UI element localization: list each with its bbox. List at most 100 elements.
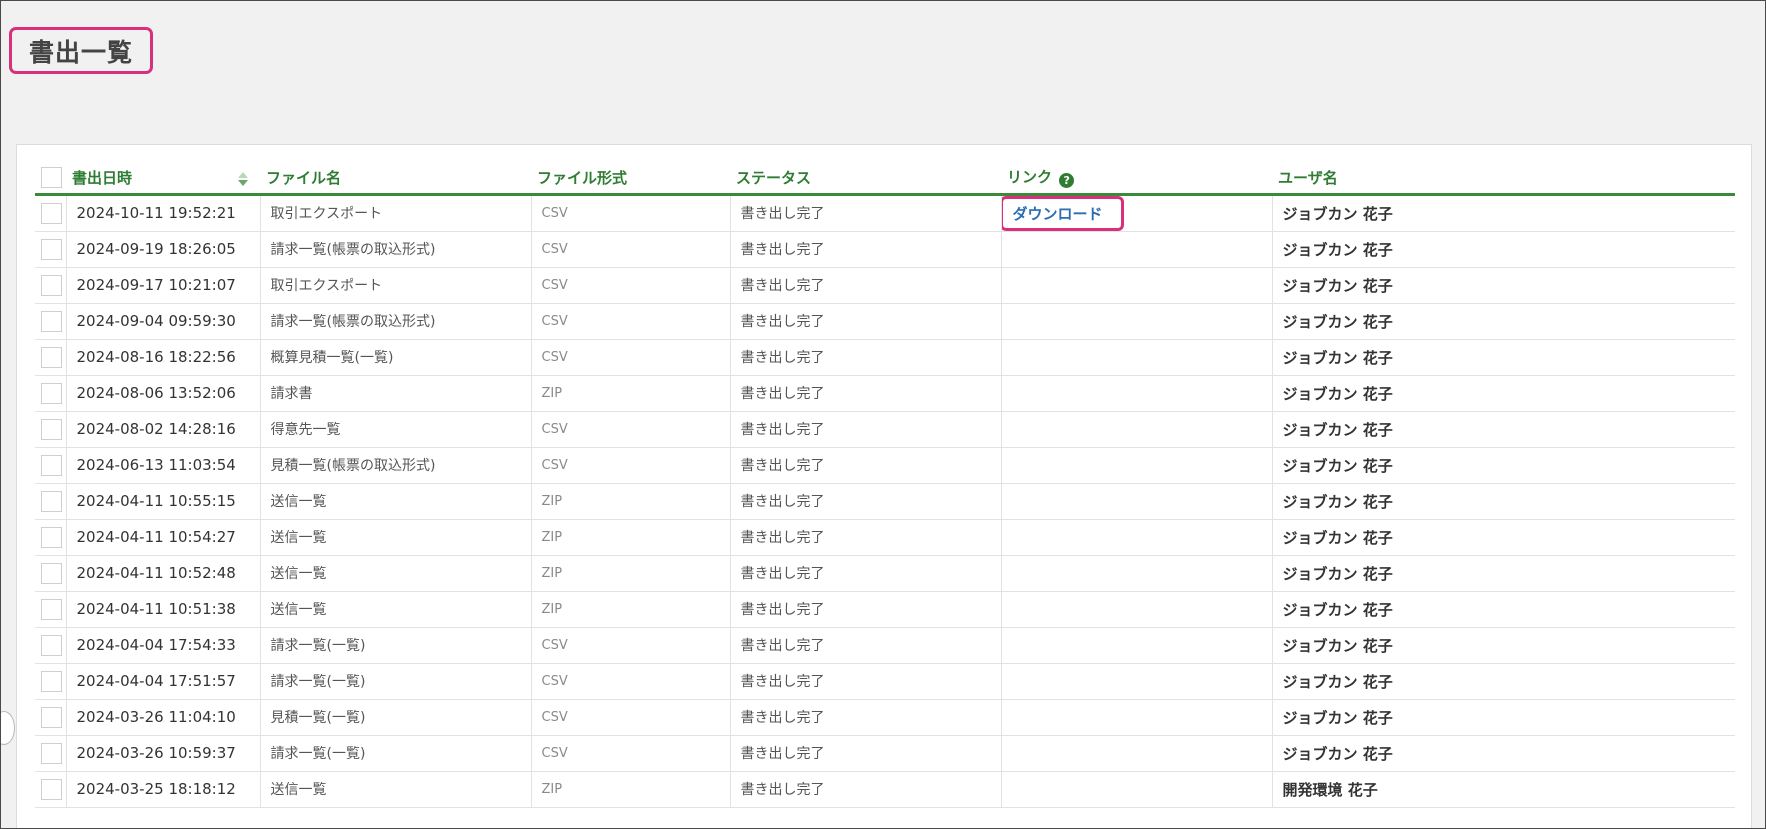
cell-status: 書き出し完了 xyxy=(730,519,1002,556)
cell-file-name: 請求一覧(一覧) xyxy=(260,735,532,772)
column-header-user: ユーザ名 xyxy=(1272,162,1735,196)
row-checkbox[interactable] xyxy=(41,454,62,476)
table-row: 2024-08-02 14:28:16 得意先一覧 CSV 書き出し完了 ジョブカン 花… xyxy=(35,411,1735,448)
cell-user: ジョブカン 花子 xyxy=(1272,663,1735,700)
table-row: 2024-06-13 11:03:54 見積一覧(帳票の取込形式) CSV 書き出し完… xyxy=(35,447,1735,484)
select-all-checkbox[interactable] xyxy=(41,166,62,188)
cell-file-name: 請求一覧(帳票の取込形式) xyxy=(260,303,532,340)
cell-file-type: ZIP xyxy=(531,591,731,628)
question-circle-icon[interactable]: ? xyxy=(1059,173,1075,189)
cell-user: ジョブカン 花子 xyxy=(1272,267,1735,304)
row-select-cell xyxy=(35,555,67,592)
row-select-cell xyxy=(35,699,67,736)
column-header-date[interactable]: 書出日時 xyxy=(66,162,260,196)
download-link[interactable]: ダウンロード xyxy=(1013,205,1103,223)
sort-desc-icon[interactable] xyxy=(238,170,248,188)
row-select-cell xyxy=(35,771,67,808)
cell-file-type: ZIP xyxy=(531,771,731,808)
cell-status: 書き出し完了 xyxy=(730,699,1002,736)
cell-user: ジョブカン 花子 xyxy=(1272,339,1735,376)
cell-date: 2024-09-17 10:21:07 xyxy=(66,267,261,304)
cell-link xyxy=(1001,231,1273,268)
row-checkbox[interactable] xyxy=(41,202,62,224)
cell-file-type: CSV xyxy=(531,194,731,232)
row-select-cell xyxy=(35,483,67,520)
cell-file-name: 見積一覧(帳票の取込形式) xyxy=(260,447,532,484)
row-checkbox[interactable] xyxy=(41,382,62,404)
cell-link xyxy=(1001,663,1273,700)
cell-user: ジョブカン 花子 xyxy=(1272,447,1735,484)
table-row: 2024-04-11 10:51:38 送信一覧 ZIP 書き出し完了 ジョブカン 花子 xyxy=(35,591,1735,628)
cell-link xyxy=(1001,735,1273,772)
row-checkbox[interactable] xyxy=(41,670,62,692)
cell-user: ジョブカン 花子 xyxy=(1272,627,1735,664)
row-select-cell xyxy=(35,663,67,700)
row-checkbox[interactable] xyxy=(41,778,62,800)
export-table: 書出日時 ファイル名 ファイル形式 ステータス リンク ? ユーザ名 2024- xyxy=(35,162,1735,808)
row-checkbox[interactable] xyxy=(41,526,62,548)
row-checkbox[interactable] xyxy=(41,346,62,368)
row-checkbox[interactable] xyxy=(41,598,62,620)
cell-file-type: CSV xyxy=(531,663,731,700)
row-select-cell xyxy=(35,375,67,412)
row-checkbox[interactable] xyxy=(41,706,62,728)
cell-status: 書き出し完了 xyxy=(730,339,1002,376)
cell-link xyxy=(1001,375,1273,412)
cell-link xyxy=(1001,591,1273,628)
cell-user: ジョブカン 花子 xyxy=(1272,699,1735,736)
cell-file-name: 送信一覧 xyxy=(260,519,532,556)
cell-user: ジョブカン 花子 xyxy=(1272,735,1735,772)
cell-user: ジョブカン 花子 xyxy=(1272,591,1735,628)
row-checkbox[interactable] xyxy=(41,742,62,764)
cell-status: 書き出し完了 xyxy=(730,483,1002,520)
export-list-panel: 書出日時 ファイル名 ファイル形式 ステータス リンク ? ユーザ名 2024- xyxy=(16,144,1752,828)
cell-file-type: CSV xyxy=(531,447,731,484)
cell-link xyxy=(1001,483,1273,520)
table-row: 2024-03-25 18:18:12 送信一覧 ZIP 書き出し完了 開発環境 花子 xyxy=(35,771,1735,808)
cell-status: 書き出し完了 xyxy=(730,771,1002,808)
cell-status: 書き出し完了 xyxy=(730,663,1002,700)
cell-file-type: ZIP xyxy=(531,555,731,592)
cell-user: ジョブカン 花子 xyxy=(1272,231,1735,268)
cell-user: 開発環境 花子 xyxy=(1272,771,1735,808)
cell-date: 2024-10-11 19:52:21 xyxy=(66,194,261,232)
cell-file-name: 送信一覧 xyxy=(260,483,532,520)
row-select-cell xyxy=(35,303,67,340)
table-row: 2024-03-26 10:59:37 請求一覧(一覧) CSV 書き出し完了 ジョブカ… xyxy=(35,735,1735,772)
row-checkbox[interactable] xyxy=(41,634,62,656)
cell-date: 2024-09-04 09:59:30 xyxy=(66,303,261,340)
row-checkbox[interactable] xyxy=(41,418,62,440)
cell-status: 書き出し完了 xyxy=(730,447,1002,484)
row-select-cell xyxy=(35,231,67,268)
cell-link xyxy=(1001,699,1273,736)
row-checkbox[interactable] xyxy=(41,310,62,332)
cell-file-name: 概算見積一覧(一覧) xyxy=(260,339,532,376)
cell-user: ジョブカン 花子 xyxy=(1272,303,1735,340)
cell-link xyxy=(1001,627,1273,664)
cell-file-type: ZIP xyxy=(531,375,731,412)
sidebar-toggle-handle[interactable] xyxy=(1,711,15,745)
cell-date: 2024-04-11 10:55:15 xyxy=(66,483,261,520)
cell-file-type: CSV xyxy=(531,735,731,772)
row-checkbox[interactable] xyxy=(41,490,62,512)
row-checkbox[interactable] xyxy=(41,274,62,296)
cell-date: 2024-03-25 18:18:12 xyxy=(66,771,261,808)
row-checkbox[interactable] xyxy=(41,238,62,260)
cell-file-name: 請求書 xyxy=(260,375,532,412)
cell-user: ジョブカン 花子 xyxy=(1272,411,1735,448)
cell-user: ジョブカン 花子 xyxy=(1272,194,1735,232)
cell-file-type: CSV xyxy=(531,339,731,376)
page-title: 書出一覧 xyxy=(28,37,133,67)
row-select-cell xyxy=(35,267,67,304)
cell-date: 2024-04-11 10:52:48 xyxy=(66,555,261,592)
cell-link xyxy=(1001,771,1273,808)
cell-file-type: CSV xyxy=(531,411,731,448)
row-select-cell xyxy=(35,735,67,772)
cell-status: 書き出し完了 xyxy=(730,194,1002,232)
cell-file-type: ZIP xyxy=(531,519,731,556)
cell-link xyxy=(1001,267,1273,304)
cell-date: 2024-04-11 10:51:38 xyxy=(66,591,261,628)
table-row: 2024-09-17 10:21:07 取引エクスポート CSV 書き出し完了 ジョブカ… xyxy=(35,267,1735,304)
row-checkbox[interactable] xyxy=(41,562,62,584)
cell-file-type: CSV xyxy=(531,267,731,304)
